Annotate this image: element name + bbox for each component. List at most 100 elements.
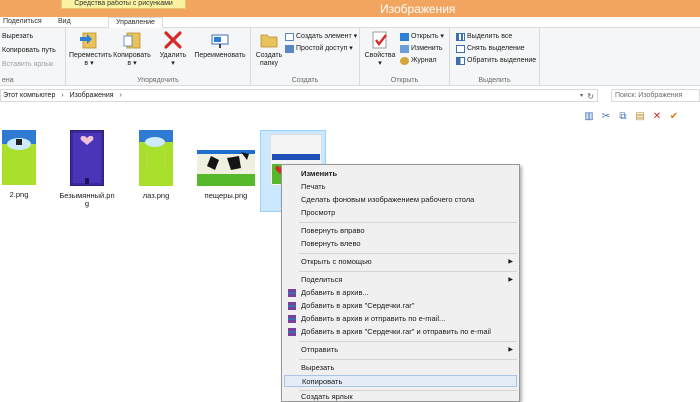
rename-label: Переименовать	[194, 52, 246, 59]
move-to-label-2: в ▾	[84, 60, 94, 67]
ribbon: Вырезать Копировать путь Вставить ярлык …	[0, 28, 700, 86]
title-bar: Средства работы с рисунками Изображения	[0, 0, 700, 17]
select-none-icon	[456, 44, 465, 53]
open-icon	[400, 32, 409, 41]
menu-separator	[299, 222, 517, 223]
new-item-button[interactable]: Создать элемент ▾	[285, 32, 357, 41]
delete-icon[interactable]: ✕	[650, 110, 664, 123]
new-folder-button[interactable]: Создать папку	[253, 30, 285, 68]
file-thumbnail	[2, 130, 36, 185]
menu-item-cut[interactable]: Вырезать	[284, 362, 517, 374]
address-field[interactable]: Этот компьютер › Изображения › ▾ ↻	[0, 89, 598, 102]
delete-button[interactable]: Удалить ▾	[156, 30, 190, 68]
select-group-label: Выделить	[478, 77, 511, 84]
add-to-archive-label: Добавить в архив...	[301, 288, 369, 297]
tab-share[interactable]: Поделиться	[0, 17, 45, 28]
search-input[interactable]: Поиск: Изображения	[611, 89, 700, 102]
breadcrumb-separator-icon: ›	[119, 92, 122, 99]
winrar-icon	[288, 302, 296, 310]
menu-item-rotate-left[interactable]: Повернуть влево	[284, 238, 517, 250]
file-thumbnail	[139, 130, 173, 186]
file-item[interactable]: 2.png	[0, 130, 48, 199]
properties-button[interactable]: Свойства ▾	[362, 30, 398, 68]
cut-button[interactable]: Вырезать	[2, 32, 33, 41]
submenu-arrow-icon: ▶	[508, 347, 513, 353]
menu-item-copy[interactable]: Копировать	[284, 375, 517, 387]
file-thumbnail	[69, 129, 105, 187]
menu-item-add-to-named-archive[interactable]: Добавить в архив "Сердечки.rar"	[284, 300, 517, 312]
file-name: 2.png	[9, 190, 29, 199]
select-none-button[interactable]: Снять выделение	[456, 44, 525, 53]
organize-group: Переместить в ▾ Копировать в ▾ Удалить ▾	[66, 28, 251, 86]
create-group: Создать папку Создать элемент ▾ Простой …	[251, 28, 360, 86]
refresh-icon[interactable]: ↻	[587, 91, 594, 102]
move-to-button[interactable]: Переместить в ▾	[69, 30, 112, 68]
menu-separator	[299, 359, 517, 360]
address-dropdown-icon[interactable]: ▾	[580, 91, 583, 102]
menu-item-send-to[interactable]: Отправить ▶	[284, 344, 517, 356]
open-button[interactable]: Открыть ▾	[400, 32, 444, 41]
invert-selection-button[interactable]: Обратить выделение	[456, 56, 536, 65]
select-all-button[interactable]: Выделить все	[456, 32, 512, 41]
new-item-icon	[285, 32, 294, 41]
menu-item-create-shortcut[interactable]: Создать ярлык	[284, 391, 517, 402]
move-to-icon	[80, 32, 97, 49]
ribbon-tabs: Поделиться Вид Управление	[0, 17, 700, 29]
winrar-icon	[288, 289, 296, 297]
menu-item-archive-and-email[interactable]: Добавить в архив и отправить по e-mail..…	[284, 313, 517, 325]
tab-view[interactable]: Вид	[55, 17, 74, 28]
menu-item-named-archive-and-email[interactable]: Добавить в архив "Сердечки.rar" и отправ…	[284, 326, 517, 338]
file-item[interactable]: пещеры.png	[195, 150, 257, 200]
rename-button[interactable]: Переименовать	[191, 30, 249, 60]
add-to-named-archive-label: Добавить в архив "Сердечки.rar"	[301, 301, 415, 310]
properties-icon	[372, 31, 387, 49]
picture-tools-header: Средства работы с рисунками	[61, 0, 186, 9]
edit-button[interactable]: Изменить	[400, 44, 443, 53]
file-name-line2: g	[84, 199, 90, 208]
copy-icon[interactable]: ⧉	[616, 110, 630, 123]
menu-separator	[299, 253, 517, 254]
submenu-arrow-icon: ▶	[508, 259, 513, 265]
delete-label: Удалить	[159, 52, 187, 59]
copy-to-button[interactable]: Копировать в ▾	[112, 30, 152, 68]
open-label: Открыть ▾	[411, 33, 444, 40]
paste-shortcut-button[interactable]: Вставить ярлык	[2, 60, 53, 69]
create-group-label: Создать	[291, 77, 319, 84]
winrar-icon	[288, 315, 296, 323]
properties-label: Свойства	[364, 52, 396, 59]
menu-item-open-with[interactable]: Открыть с помощью ▶	[284, 256, 517, 268]
breadcrumb-pictures[interactable]: Изображения	[70, 90, 114, 101]
menu-item-print[interactable]: Печать	[284, 181, 517, 193]
select-all-icon	[456, 32, 465, 41]
edit-label: Изменить	[411, 45, 443, 52]
menu-item-share[interactable]: Поделиться ▶	[284, 274, 517, 286]
menu-item-preview[interactable]: Просмотр	[284, 207, 517, 219]
menu-separator	[299, 271, 517, 272]
delete-label-2: ▾	[171, 60, 175, 67]
check-icon[interactable]: ✔	[667, 110, 681, 123]
breadcrumb-separator-icon: ›	[61, 92, 64, 99]
file-name: лаз.png	[142, 191, 170, 200]
open-group-label: Открыть	[390, 77, 419, 84]
file-thumbnail	[197, 150, 255, 186]
address-bar: Этот компьютер › Изображения › ▾ ↻ Поиск…	[0, 89, 700, 102]
menu-item-edit[interactable]: Изменить	[284, 168, 517, 180]
cut-icon[interactable]: ✂	[599, 110, 613, 123]
file-item[interactable]: лаз.png	[125, 130, 187, 200]
file-name: пещеры.png	[204, 191, 248, 200]
share-label: Поделиться	[301, 275, 343, 284]
file-item[interactable]: Безымянный.pn g	[56, 129, 118, 208]
breadcrumb-this-pc[interactable]: Этот компьютер	[3, 90, 55, 101]
menu-item-add-to-archive[interactable]: Добавить в архив...	[284, 287, 517, 299]
menu-item-rotate-right[interactable]: Повернуть вправо	[284, 225, 517, 237]
details-pane-icon[interactable]: ▥	[582, 110, 596, 123]
paste-icon[interactable]: ▤	[633, 110, 647, 123]
history-button[interactable]: Журнал	[400, 56, 437, 65]
copy-path-button[interactable]: Копировать путь	[2, 46, 56, 55]
delete-icon	[164, 31, 182, 49]
new-item-label: Создать элемент ▾	[296, 33, 358, 40]
rename-icon	[211, 34, 229, 48]
easy-access-button[interactable]: Простой доступ ▾	[285, 44, 353, 53]
select-none-label: Снять выделение	[467, 45, 525, 52]
menu-item-set-wallpaper[interactable]: Сделать фоновым изображением рабочего ст…	[284, 194, 517, 206]
